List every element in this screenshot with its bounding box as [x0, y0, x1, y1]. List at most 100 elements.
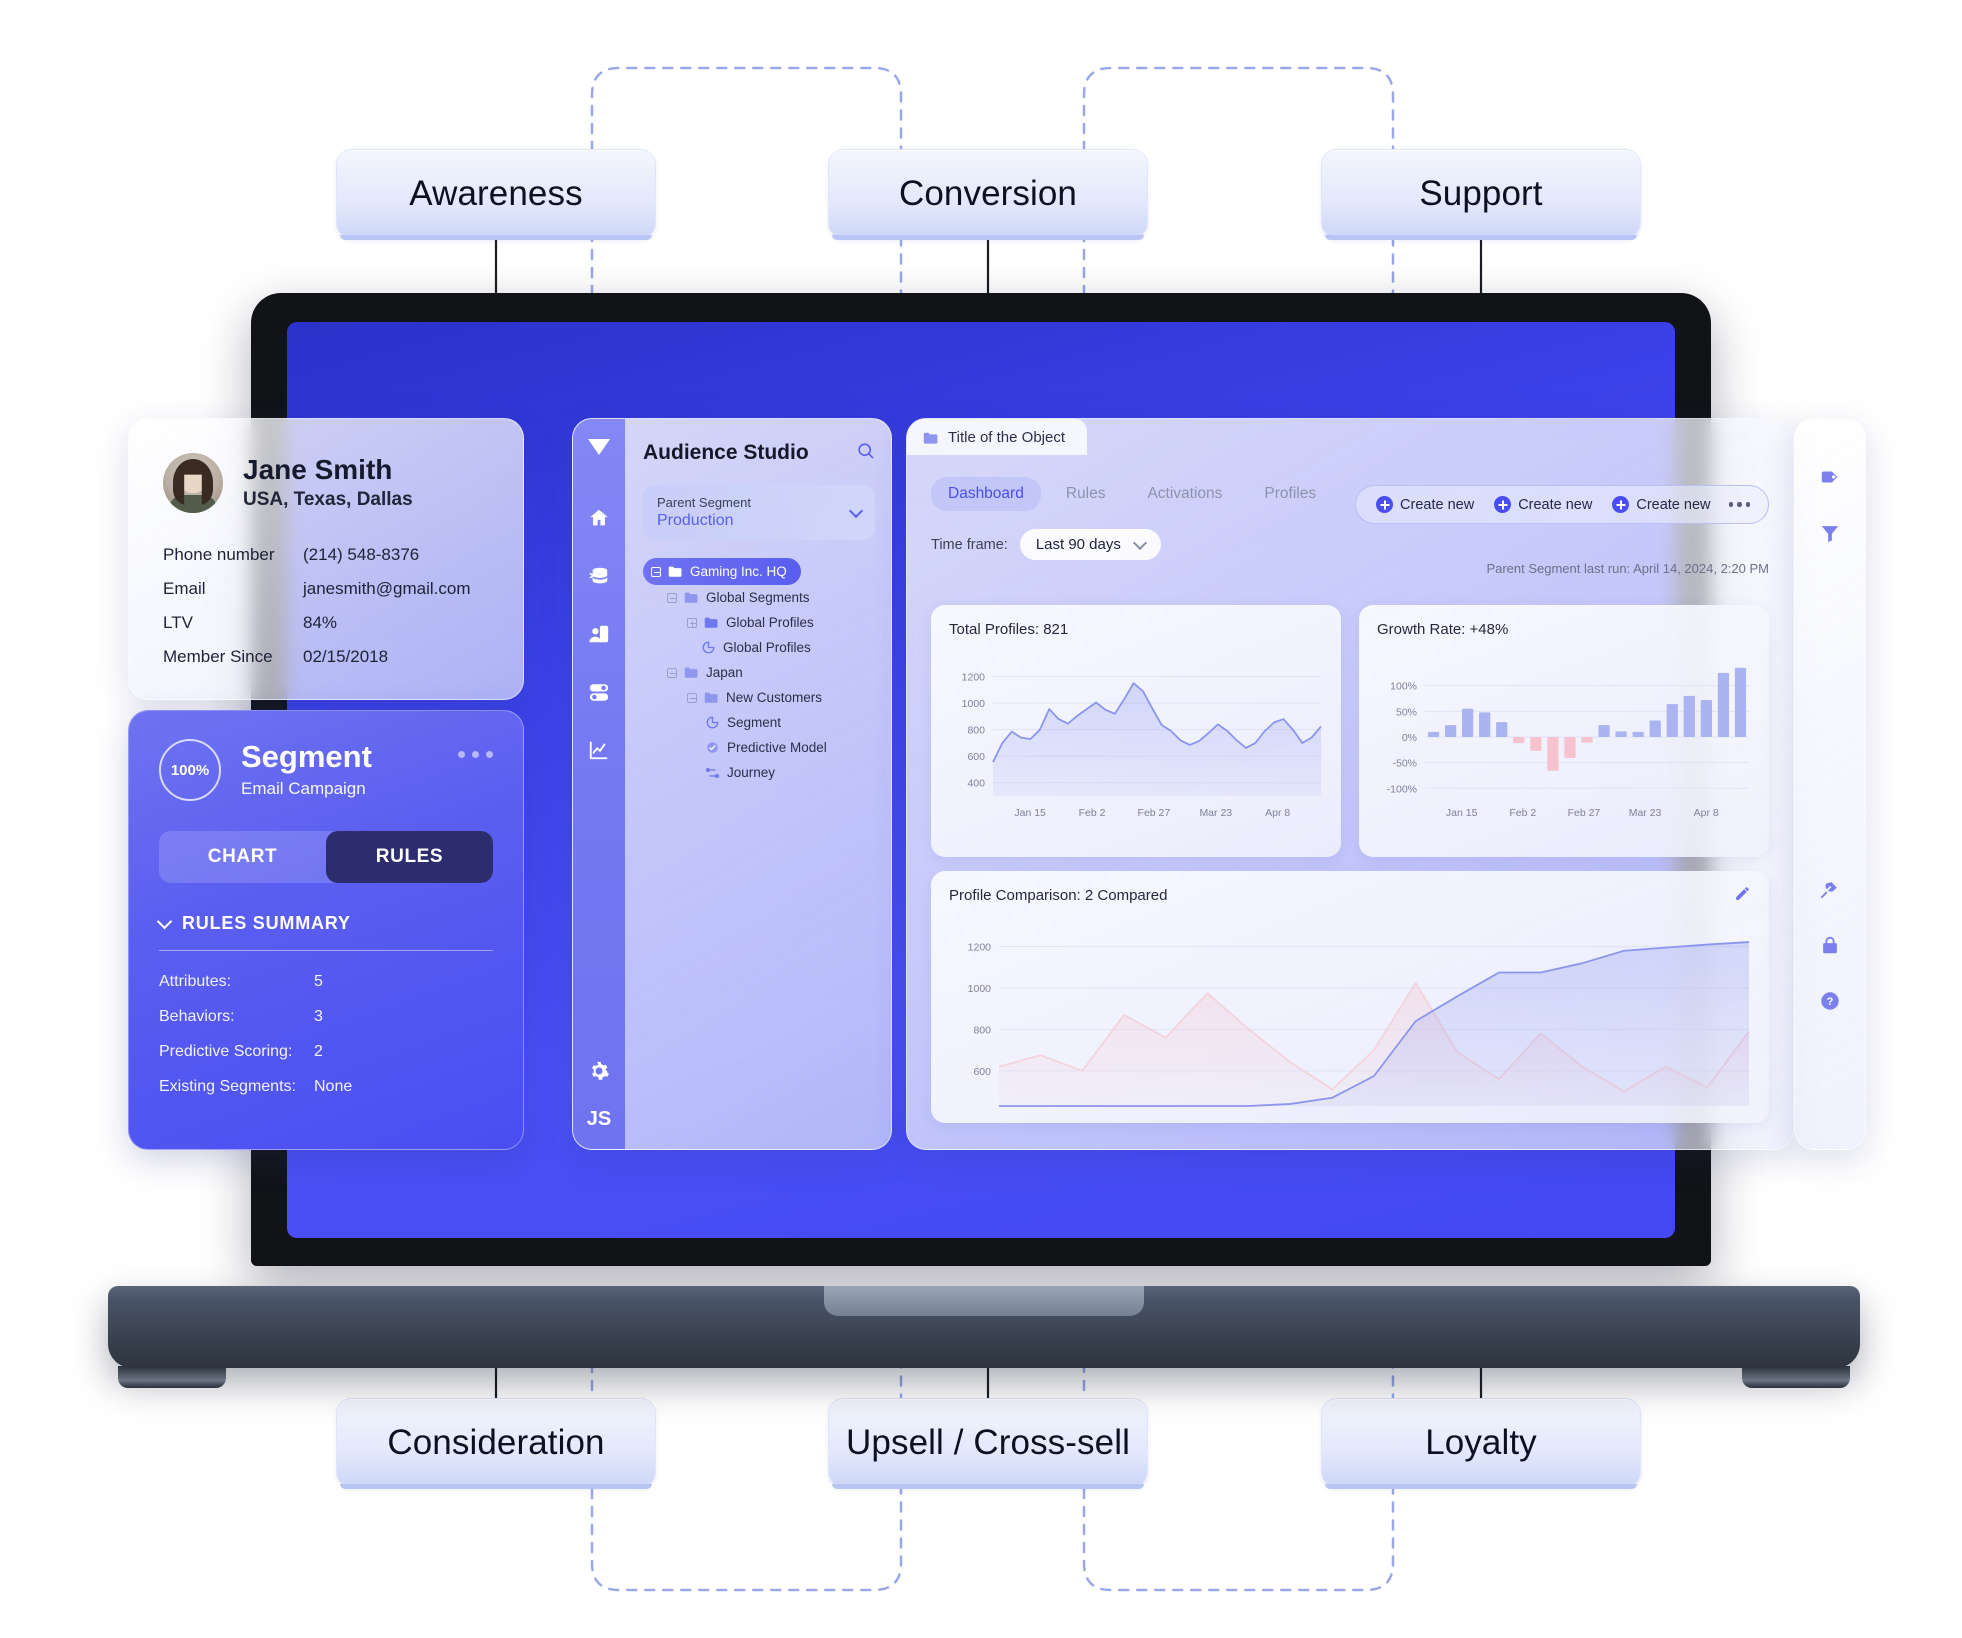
flow-node-support[interactable]: Support	[1321, 149, 1641, 240]
collapse-toggle-icon[interactable]	[667, 592, 677, 603]
person-card-icon[interactable]	[586, 621, 612, 647]
tree-item-new-customers[interactable]: New Customers	[643, 685, 875, 710]
home-icon[interactable]	[586, 505, 612, 531]
svg-text:Jan 15: Jan 15	[1014, 807, 1046, 819]
laptop-base	[108, 1286, 1860, 1388]
ellipsis-icon[interactable]	[1725, 502, 1755, 507]
studio-title: Audience Studio	[643, 441, 809, 464]
flow-node-awareness[interactable]: Awareness	[336, 149, 656, 240]
tree-item-journey[interactable]: Journey	[643, 760, 875, 785]
database-icon[interactable]	[586, 563, 612, 589]
flow-node-conversion[interactable]: Conversion	[828, 149, 1148, 240]
chevron-down-icon	[848, 503, 864, 518]
filter-icon[interactable]	[1795, 505, 1865, 561]
flow-node-loyalty[interactable]: Loyalty	[1321, 1398, 1641, 1489]
tree-item-label: Global Segments	[706, 590, 810, 605]
segment-tab-rules[interactable]: RULES	[326, 831, 493, 883]
growth-rate-card: Growth Rate: +48% -100% -50% 0% 50% 100% Jan …	[1359, 605, 1769, 857]
detail-value: 84%	[303, 613, 338, 632]
svg-text:50%: 50%	[1396, 706, 1417, 718]
profile-card: Jane Smith USA, Texas, Dallas Phone numb…	[128, 418, 524, 700]
detail-key: Email	[163, 579, 206, 598]
laptop-foot-left	[118, 1366, 226, 1388]
rules-summary-row: Behaviors: 3	[159, 1008, 493, 1026]
tab-activations[interactable]: Activations	[1130, 477, 1239, 511]
flow-node-label: Loyalty	[1425, 1423, 1537, 1462]
js-label[interactable]: JS	[587, 1108, 611, 1131]
lock-icon[interactable]	[1795, 917, 1865, 973]
collapse-toggle-icon[interactable]	[687, 692, 697, 703]
rules-summary-header[interactable]: RULES SUMMARY	[156, 913, 493, 934]
parent-segment-label: Parent Segment	[657, 495, 751, 510]
avatar	[163, 453, 223, 513]
tab-profiles[interactable]: Profiles	[1247, 477, 1333, 511]
tab-dashboard[interactable]: Dashboard	[931, 477, 1041, 511]
segment-more-icon[interactable]	[458, 751, 493, 758]
segment-view-toggle: CHART RULES	[159, 831, 493, 883]
profile-detail-row: Email janesmith@gmail.com	[163, 579, 489, 599]
gear-icon[interactable]	[586, 1058, 612, 1084]
help-icon[interactable]: ?	[1795, 973, 1865, 1029]
left-nav-rail: JS	[573, 419, 625, 1149]
time-frame-select[interactable]: Last 90 days	[1019, 529, 1161, 560]
summary-value: 2	[314, 1043, 323, 1060]
profile-detail-row: Member Since 02/15/2018	[163, 647, 489, 667]
detail-value: (214) 548-8376	[303, 545, 420, 564]
toggle-icon[interactable]	[586, 679, 612, 705]
total-profiles-chart: 400 600 800 1000 1200 Jan 15 Feb 2 Feb 27 Mar 23…	[962, 672, 1322, 819]
right-toolbar: ?	[1794, 418, 1866, 1150]
search-icon[interactable]	[856, 441, 875, 465]
svg-text:?: ?	[1827, 996, 1834, 1008]
svg-text:400: 400	[967, 778, 985, 790]
profile-location: USA, Texas, Dallas	[243, 489, 413, 511]
object-tab[interactable]: Title of the Object	[907, 419, 1087, 455]
create-new-button-3[interactable]: Create new	[1606, 494, 1716, 515]
segment-tab-chart[interactable]: CHART	[159, 831, 326, 883]
pencil-icon[interactable]	[1734, 885, 1751, 907]
tree-item-gaming-inc-hq[interactable]: Gaming Inc. HQ	[643, 558, 801, 585]
svg-text:Feb 27: Feb 27	[1138, 807, 1171, 819]
tree-item-label: Journey	[727, 765, 776, 780]
detail-key: LTV	[163, 613, 193, 632]
folder-icon	[704, 617, 718, 628]
chart-icon[interactable]	[586, 737, 612, 763]
tree-item-segment[interactable]: Segment	[643, 710, 875, 735]
tree-item-predictive-model[interactable]: Predictive Model	[643, 735, 875, 760]
create-new-button-2[interactable]: Create new	[1488, 494, 1598, 515]
svg-text:Feb 2: Feb 2	[1079, 807, 1106, 819]
profile-header: Jane Smith USA, Texas, Dallas	[163, 453, 489, 513]
folder-open-icon	[704, 692, 718, 703]
tab-rules[interactable]: Rules	[1049, 477, 1123, 511]
summary-key: Attributes:	[159, 973, 232, 990]
tree-item-global-segments[interactable]: Global Segments	[643, 585, 875, 610]
svg-text:Jan 15: Jan 15	[1446, 807, 1478, 819]
time-frame-label: Time frame:	[931, 536, 1008, 553]
parent-segment-select[interactable]: Parent Segment Production	[643, 485, 875, 540]
divider	[159, 950, 493, 951]
svg-text:Feb 27: Feb 27	[1568, 807, 1601, 819]
tree-item-label: Segment	[727, 715, 782, 730]
flow-node-consideration[interactable]: Consideration	[336, 1398, 656, 1489]
folder-open-icon	[668, 566, 682, 577]
tree-item-global-profiles-segment[interactable]: Global Profiles	[643, 635, 875, 660]
tag-icon[interactable]	[1795, 449, 1865, 505]
create-new-label: Create new	[1518, 496, 1593, 513]
rules-summary-title: RULES SUMMARY	[182, 913, 351, 933]
svg-text:-50%: -50%	[1392, 758, 1417, 770]
svg-text:1200: 1200	[962, 672, 986, 684]
flow-node-label: Conversion	[898, 174, 1078, 213]
expand-toggle-icon[interactable]	[687, 617, 697, 628]
flow-node-upsell-cross-sell[interactable]: Upsell / Cross-sell	[828, 1398, 1148, 1489]
tree-item-japan[interactable]: Japan	[643, 660, 875, 685]
summary-key: Existing Segments:	[159, 1078, 296, 1095]
tree-item-global-profiles-folder[interactable]: Global Profiles	[643, 610, 875, 635]
growth-rate-chart: -100% -50% 0% 50% 100% Jan 15 Feb 2 Feb 27 Mar 2…	[1387, 667, 1749, 819]
svg-text:Mar 23: Mar 23	[1629, 807, 1662, 819]
plug-icon[interactable]	[1795, 861, 1865, 917]
collapse-toggle-icon[interactable]	[667, 667, 677, 678]
collapse-toggle-icon[interactable]	[651, 566, 661, 577]
create-new-button-1[interactable]: Create new	[1370, 494, 1480, 515]
time-frame-row: Time frame: Last 90 days	[931, 529, 1769, 560]
summary-value: 5	[314, 973, 323, 990]
svg-text:100%: 100%	[1390, 681, 1417, 693]
